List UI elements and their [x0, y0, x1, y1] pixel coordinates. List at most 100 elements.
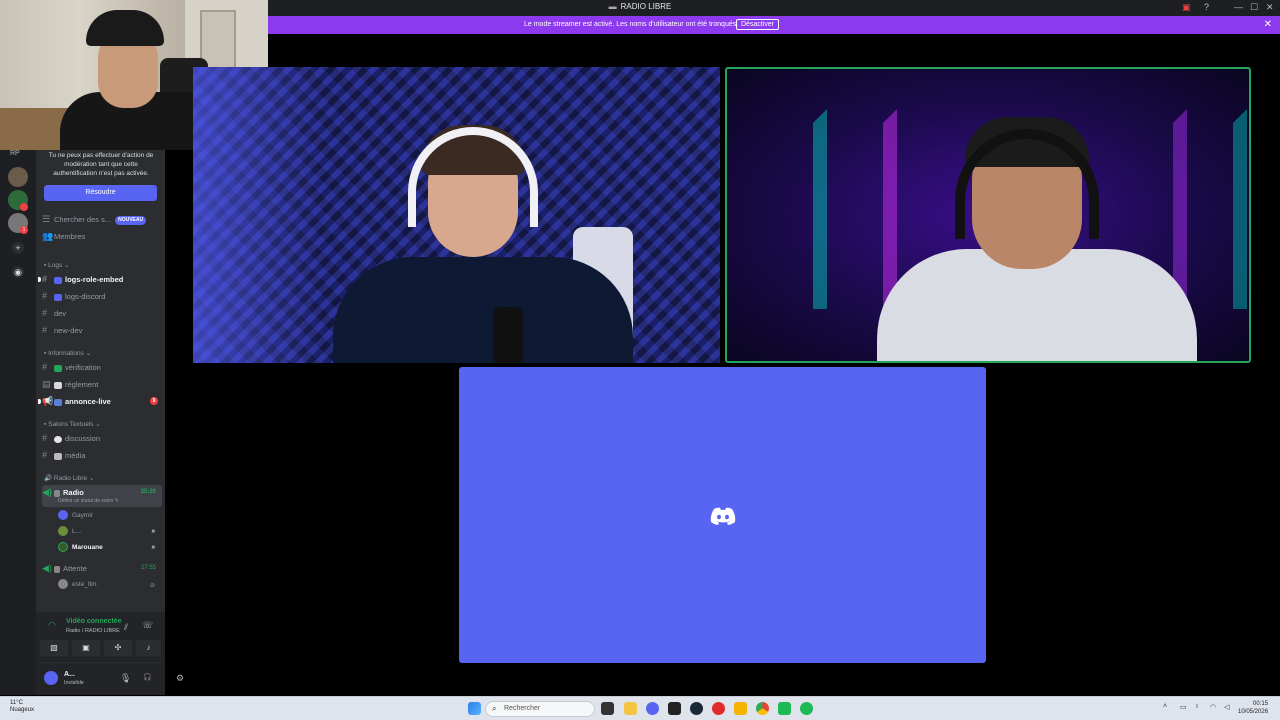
video-tile-2-speaking[interactable] — [725, 67, 1251, 363]
help-icon[interactable]: ? — [1204, 2, 1209, 12]
camera-off-button[interactable]: ▧ — [40, 640, 68, 656]
channel-annonce-live[interactable]: 📢 annonce-live 9 — [38, 394, 162, 408]
category-logs-label: Logs — [48, 262, 63, 269]
close-button[interactable]: ✕ — [1266, 2, 1274, 13]
wifi-icon[interactable]: ◠ — [1210, 703, 1216, 711]
voice-user-name: L... — [72, 528, 82, 535]
category-informations-label: Informations — [48, 350, 84, 357]
neon-chevron — [837, 109, 897, 309]
user-status: Invisible — [64, 680, 84, 686]
scroll-emoji-icon — [54, 381, 62, 389]
members-row[interactable]: 👥Membres — [42, 229, 162, 243]
discord-small-icon: ▬ — [608, 2, 617, 11]
channel-name: new-dev — [54, 326, 83, 335]
task-view-icon[interactable] — [601, 702, 614, 715]
channel-radio[interactable]: ◀) Radio 35:20 Définir un statut de salon… — [42, 485, 162, 507]
channel-attente[interactable]: ◀) Attente 27:55 — [42, 561, 162, 575]
server-badge-count: 1 — [20, 226, 28, 234]
category-salons[interactable]: ▪ Salons Textuels ⌄ — [44, 420, 101, 428]
channel-sidebar: Tu ne peux pas effectuer d'action de mod… — [36, 150, 184, 695]
server-icon-1[interactable] — [8, 167, 28, 187]
volume-icon[interactable]: ◁ — [1224, 703, 1229, 711]
headset-icon[interactable]: 🎧 — [143, 673, 152, 681]
video-tile-3-no-camera[interactable] — [459, 367, 986, 663]
app-red-icon[interactable] — [712, 702, 725, 715]
voice-user[interactable]: L... — [58, 526, 81, 538]
chrome-icon[interactable] — [756, 702, 769, 715]
category-informations[interactable]: ▪ Informations ⌄ — [44, 349, 91, 357]
explore-icon[interactable]: ◉ — [12, 266, 24, 278]
voice-speaker-icon: ◀) — [42, 563, 52, 573]
clock-date: 10/05/2026 — [1238, 709, 1269, 715]
voice-user[interactable]: Gaymir — [58, 510, 93, 522]
disconnect-icon[interactable]: ☏ — [142, 620, 153, 631]
avatar — [58, 542, 68, 553]
channel-name: règlement — [65, 380, 99, 389]
screen-share-button[interactable]: ▣ — [72, 640, 100, 656]
webcam-person-cap — [86, 10, 164, 46]
app-icon[interactable] — [668, 702, 681, 715]
weather-widget[interactable]: 11°C Nuageux — [10, 700, 34, 714]
channel-status-hint[interactable]: Définir un statut de salon ✎ — [58, 494, 119, 508]
app-yellow-icon[interactable] — [734, 702, 747, 715]
channel-name: Attente — [63, 564, 87, 573]
activities-button[interactable]: ✣ — [104, 640, 132, 656]
channel-media[interactable]: # média — [42, 448, 162, 462]
avatar[interactable] — [44, 671, 58, 685]
voice-user[interactable]: este_fim — [58, 579, 97, 591]
streamer-mode-message: Le mode streamer est activé. Les noms d'… — [524, 21, 739, 28]
voice-user-name: este_fim — [72, 581, 97, 588]
spotify-icon[interactable] — [800, 702, 813, 715]
voice-status[interactable]: Vidéo connectée — [66, 618, 122, 625]
category-radio[interactable]: 🔊 Radio Libre ⌄ — [44, 474, 94, 482]
resolve-button[interactable]: Résoudre — [44, 185, 157, 201]
maximize-button[interactable]: ☐ — [1250, 2, 1258, 13]
hash-icon: # — [42, 308, 48, 318]
unread-indicator — [38, 399, 41, 404]
search-channels[interactable]: ☰ Chercher des s... NOUVEAU — [42, 212, 162, 226]
disable-streamer-button[interactable]: Désactiver — [736, 19, 780, 30]
add-server-icon[interactable]: + — [12, 242, 24, 254]
settings-gear-icon[interactable]: ⚙ — [176, 673, 184, 684]
hash-icon: # — [42, 274, 48, 284]
mic-tray-icon[interactable]: ı — [1196, 703, 1198, 710]
taskbar-search[interactable]: ⌕ Rechercher — [485, 701, 595, 717]
channel-verification[interactable]: # vérification — [42, 360, 162, 374]
channel-new-dev[interactable]: # new-dev — [42, 323, 162, 337]
channel-logs-role-embed[interactable]: # logs-role-embed — [38, 272, 162, 286]
banner-close-icon[interactable]: ✕ — [1264, 19, 1272, 30]
members-label: Membres — [54, 232, 86, 241]
search-list-icon: ☰ — [42, 214, 51, 224]
voice-user[interactable]: Marouane — [58, 542, 103, 554]
announcement-icon: 📢 — [42, 396, 54, 406]
window-title-text: RADIO LIBRE — [620, 2, 672, 11]
microphone-icon[interactable]: 🎙 — [120, 673, 131, 684]
discord-logo-icon — [710, 507, 736, 525]
channel-logs-discord[interactable]: # logs-discord — [42, 289, 162, 303]
video-tile-1[interactable] — [193, 67, 720, 363]
tray-expand-icon[interactable]: ˄ — [1163, 703, 1167, 710]
muted-mic-icon: ⊘ — [149, 583, 155, 589]
app-green-icon[interactable] — [778, 702, 791, 715]
start-menu-icon[interactable] — [468, 702, 481, 715]
attente-timer: 27:55 — [140, 565, 156, 571]
steam-icon[interactable] — [690, 702, 703, 715]
minimize-button[interactable]: — — [1234, 2, 1243, 12]
clock[interactable]: 00:15 10/05/2026 — [1238, 700, 1268, 716]
user-name[interactable]: A... — [64, 671, 75, 678]
hash-icon: # — [42, 291, 48, 301]
channel-reglement[interactable]: ▤ règlement — [42, 377, 162, 391]
category-logs[interactable]: ▪ Logs ⌄ — [44, 261, 70, 269]
noise-suppression-icon[interactable]: ⫽ — [124, 622, 128, 633]
network-icon[interactable]: ▭ — [1180, 703, 1187, 711]
avatar — [58, 526, 68, 537]
voice-location[interactable]: Radio / RADIO LIBRE — [66, 628, 120, 634]
channel-discussion[interactable]: # discussion — [42, 431, 162, 445]
discord-taskbar-icon[interactable] — [646, 702, 659, 715]
inbox-icon[interactable]: ▣ — [1182, 2, 1191, 13]
soundboard-button[interactable]: ♪ — [136, 640, 161, 656]
moderation-notice: Tu ne peux pas effectuer d'action de mod… — [48, 152, 154, 177]
channel-dev[interactable]: # dev — [42, 306, 162, 320]
file-explorer-icon[interactable] — [624, 702, 637, 715]
voice-user-name: Marouane — [72, 544, 103, 551]
